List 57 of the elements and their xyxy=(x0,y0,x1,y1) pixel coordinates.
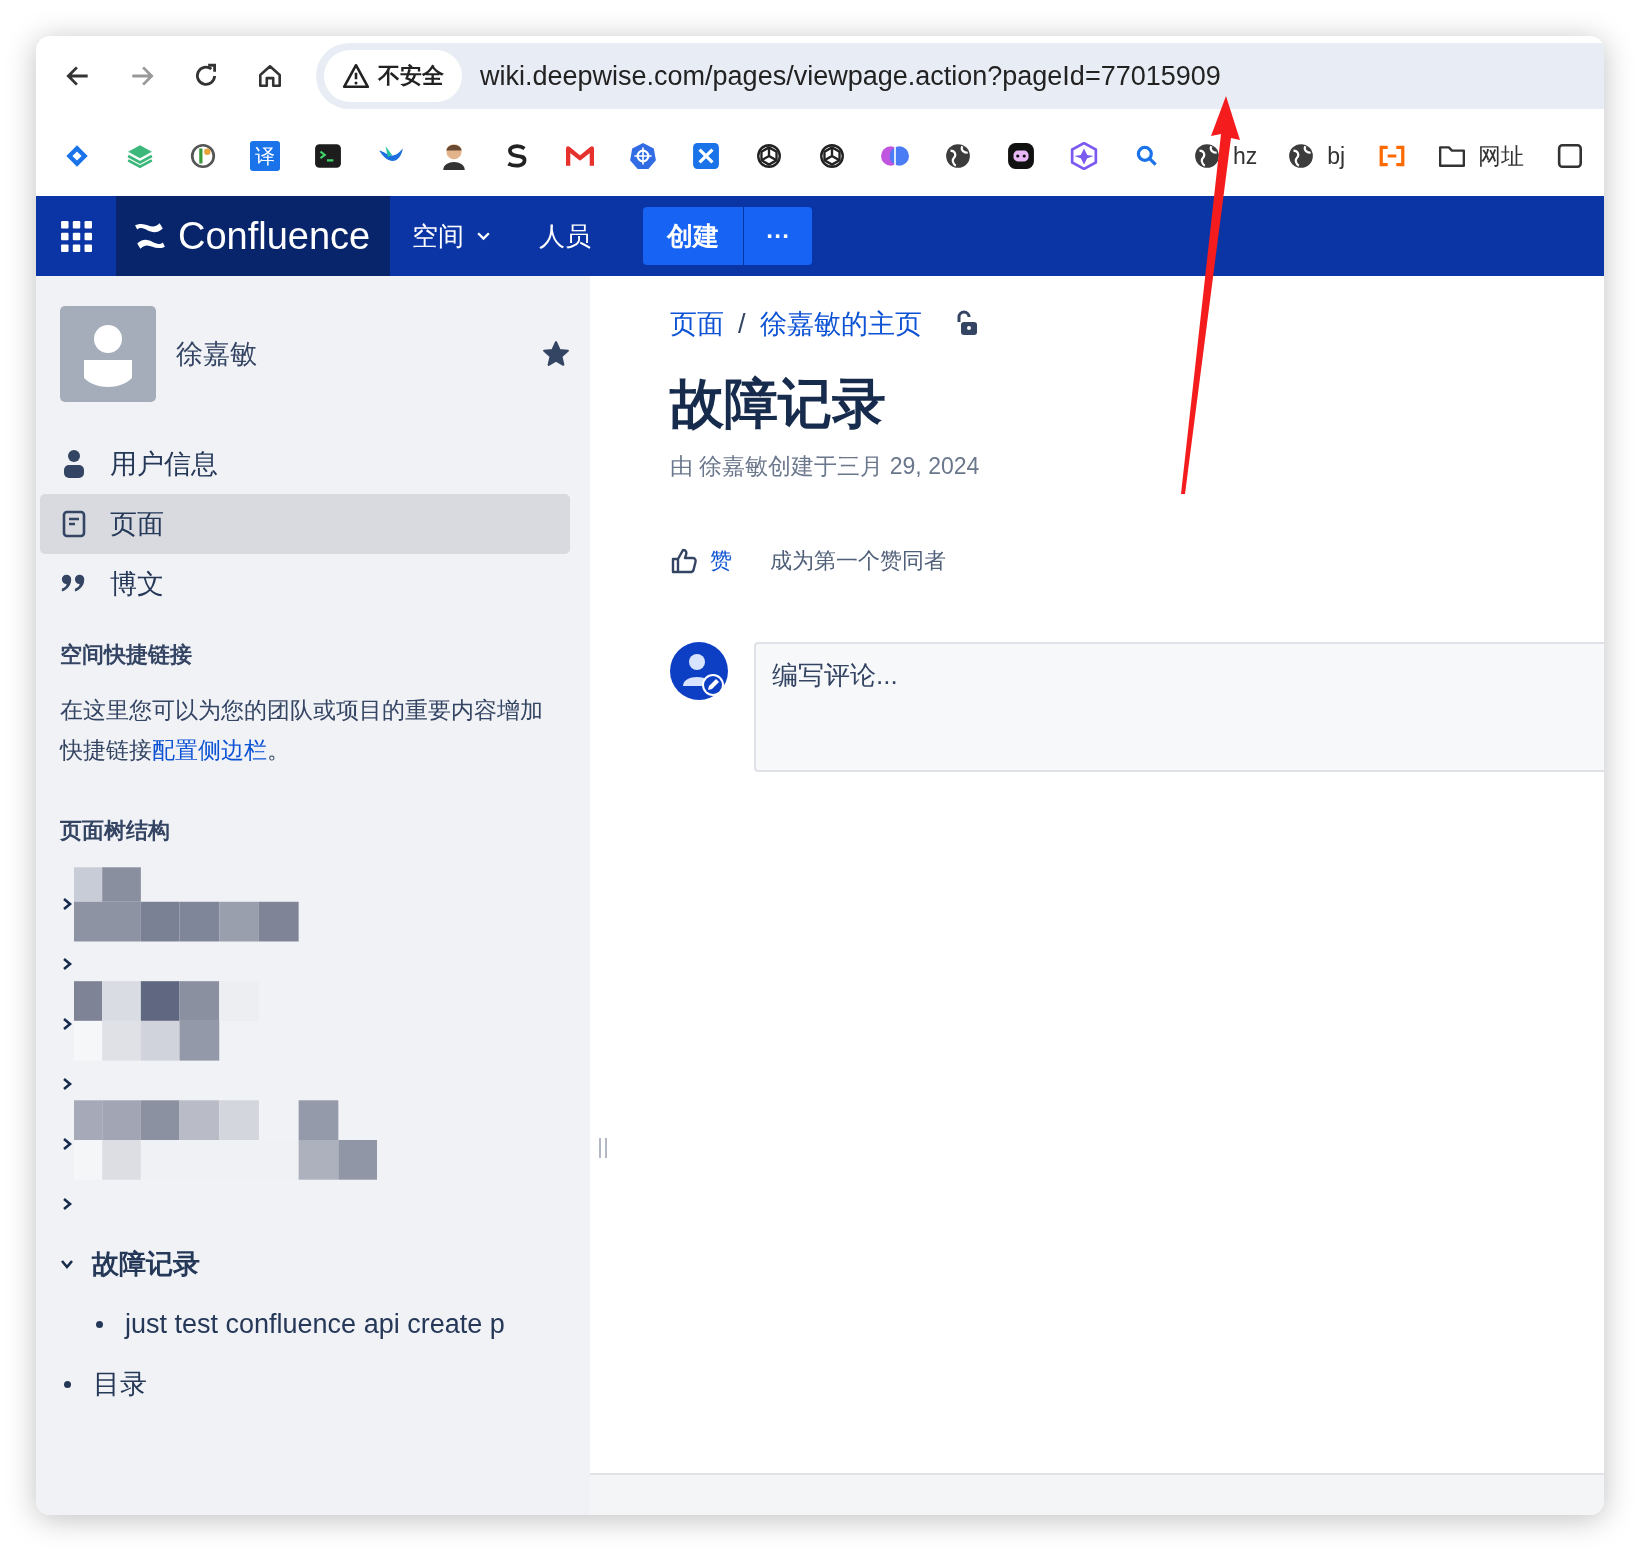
globe-icon xyxy=(1193,142,1221,170)
logo-text: Confluence xyxy=(178,214,371,258)
breadcrumb-link[interactable]: 徐嘉敏的主页 xyxy=(759,306,922,342)
sidebar-item[interactable]: 博文 xyxy=(40,554,570,614)
like-button[interactable]: 赞 xyxy=(670,546,732,576)
create-button[interactable]: 创建 xyxy=(643,207,745,265)
sidebar-item[interactable]: 页面 xyxy=(40,494,570,554)
home-icon[interactable] xyxy=(256,62,284,90)
page-title: 故障记录 xyxy=(670,372,887,435)
globe-icon[interactable] xyxy=(944,142,972,170)
hexagon-star-icon[interactable] xyxy=(1070,142,1098,170)
globe-icon xyxy=(1287,142,1316,170)
thumbs-up-icon xyxy=(670,547,698,575)
star-icon[interactable] xyxy=(542,340,570,368)
warning-icon xyxy=(342,63,370,89)
bookmark-link[interactable]: hz xyxy=(1193,142,1258,170)
page-icon xyxy=(60,509,88,539)
space-name[interactable]: 徐嘉敏 xyxy=(176,336,542,372)
sidebar-item[interactable]: 用户信息 xyxy=(40,434,570,494)
chevron-down-icon xyxy=(476,230,492,242)
breadcrumb-separator: / xyxy=(738,308,746,340)
like-prompt: 成为第一个赞同者 xyxy=(770,547,946,575)
configure-sidebar-link[interactable]: 配置侧边栏 xyxy=(152,737,267,763)
tree-item[interactable]: 目录 xyxy=(93,1366,147,1402)
security-chip[interactable]: 不安全 xyxy=(324,50,462,102)
bullet-icon xyxy=(96,1320,103,1328)
section-heading: 页面树结构 xyxy=(59,817,171,845)
tree-item[interactable]: just test confluence api create p xyxy=(125,1308,505,1340)
app-switcher-icon[interactable] xyxy=(60,220,92,252)
bullet-icon xyxy=(64,1380,71,1388)
terminal-icon[interactable] xyxy=(314,142,342,170)
byline: 由 徐嘉敏创建于三月 29, 2024 xyxy=(670,452,981,481)
person-figure-icon[interactable] xyxy=(440,142,468,170)
nav-menu[interactable]: 空间 xyxy=(412,218,492,254)
section-heading: 空间快捷链接 xyxy=(59,641,193,669)
knot-icon[interactable] xyxy=(818,142,846,170)
breadcrumb-link[interactable]: 页面 xyxy=(670,306,724,342)
comment-field[interactable]: 编写评论... xyxy=(754,642,1604,772)
bookmark-badge[interactable]: 译 xyxy=(250,141,280,171)
tree-item[interactable]: 故障记录 xyxy=(92,1246,200,1282)
bookmark-link[interactable]: 网址 xyxy=(1438,140,1525,172)
shortcuts-text: 在这里您可以为您的团队或项目的重要内容增加快捷链接配置侧边栏。 xyxy=(58,696,544,765)
logo-link[interactable]: Confluence xyxy=(116,196,391,276)
chat-bubble-icon[interactable] xyxy=(1007,142,1035,170)
tools-icon[interactable] xyxy=(692,142,720,170)
more-button[interactable]: ··· xyxy=(744,207,813,265)
nav-menu[interactable]: 人员 xyxy=(539,218,592,254)
helm-wheel-icon[interactable] xyxy=(629,142,657,170)
bookmark-link[interactable]: bj xyxy=(1287,142,1346,170)
url-text: wiki.deepwise.com/pages/viewpage.action?pageId=77015909 xyxy=(480,60,1221,92)
security-label: 不安全 xyxy=(378,62,444,90)
address-bar[interactable]: 不安全 wiki.deepwise.com/pages/viewpage.action?pageId=77015909 xyxy=(316,43,1604,109)
user-avatar-icon xyxy=(670,642,728,700)
circle-logo-icon[interactable] xyxy=(189,142,217,170)
logo-icon xyxy=(134,220,166,252)
knot-icon[interactable] xyxy=(755,142,783,170)
resize-handle[interactable] xyxy=(599,1138,607,1158)
